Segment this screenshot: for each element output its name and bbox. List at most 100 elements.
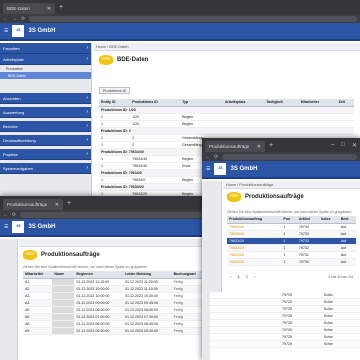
sidebar-item[interactable]: Druckaufbereitung ›: [0, 135, 91, 146]
table-row[interactable]: A6 01.12.2023 07:00:00 01.12.2023 07:30:00…: [23, 313, 206, 321]
reload-icon[interactable]: ⟳: [21, 16, 25, 22]
table-row[interactable]: A6 01.12.2023 06:00:00 01.12.2023 06:45:00…: [23, 320, 206, 328]
menu-icon[interactable]: ☰: [4, 224, 8, 230]
column-header[interactable]: Zeit: [336, 99, 354, 107]
column-header[interactable]: Pos: [281, 216, 297, 224]
column-header[interactable]: Produktionsauftrag: [227, 216, 282, 224]
url-field[interactable]: [20, 211, 207, 218]
orders-table: Mitarbeiter Name Beginnen Letzte Meldung Buc…: [23, 271, 206, 335]
sidebar-item[interactable]: Systemaufgaben ›: [0, 163, 91, 174]
table-row[interactable]: A5 01.12.2023 08:00:00 01.12.2023 08:50:00…: [23, 306, 206, 314]
close-tab-icon[interactable]: ✕: [257, 144, 261, 150]
url-field[interactable]: [29, 15, 357, 22]
column-header[interactable]: Artikel: [296, 216, 320, 224]
prev-page-icon[interactable]: ‹: [230, 274, 231, 279]
table-row[interactable]: A3 01.12.2023 10:00:00 01.12.2023 10:30:00…: [23, 292, 206, 300]
menu-icon[interactable]: ☰: [4, 28, 8, 34]
table-cell: [210, 319, 280, 328]
column-header[interactable]: Arbeitsplatz: [222, 99, 265, 107]
table-row[interactable]: 79630/20 1 79730 Auf: [227, 258, 356, 266]
group-row[interactable]: Produktions ID: 1/20: [99, 106, 354, 114]
sidebar-item[interactable]: Projekte ›: [0, 149, 91, 160]
column-header[interactable]: Letzte Meldung: [122, 271, 172, 279]
column-header[interactable]: Produktions ID: [130, 99, 181, 107]
page-next[interactable]: 2: [246, 274, 248, 279]
new-tab-icon[interactable]: +: [67, 200, 71, 207]
new-tab-icon[interactable]: +: [269, 142, 273, 149]
close-tab-icon[interactable]: ✕: [55, 202, 59, 208]
new-tab-icon[interactable]: +: [59, 4, 63, 11]
table-cell: 1: [99, 176, 131, 184]
table-cell: [319, 230, 339, 238]
column-header[interactable]: Best: [338, 216, 356, 224]
table-row[interactable]: 1 1/20 Beginn: [99, 113, 354, 121]
page-current[interactable]: 1: [237, 274, 239, 279]
table-cell: Fertig: [171, 306, 206, 314]
table-row[interactable]: 79633/40 1 79733 Auf: [227, 230, 356, 238]
back-browser-tab[interactable]: BDE-Daten ✕: [3, 3, 55, 14]
column-header[interactable]: Entity ID: [99, 99, 131, 107]
url-field[interactable]: [222, 153, 357, 160]
sidebar-item[interactable]: Berichte ›: [0, 121, 91, 132]
table-row[interactable]: 79725 Schw: [210, 319, 360, 328]
sidebar-sub-item-selected[interactable]: BDE-Daten: [0, 72, 91, 79]
column-header[interactable]: Name: [52, 271, 75, 279]
column-header[interactable]: Buchungsart: [171, 271, 206, 279]
table-row[interactable]: 79725 Schw: [210, 333, 360, 342]
right-tabbar: Produktionsaufträge ✕ + – □ ✕: [202, 138, 360, 152]
column-header[interactable]: Typ: [180, 99, 223, 107]
right-browser-tab[interactable]: Produktionsaufträge ✕: [205, 141, 265, 152]
chevron-icon: ›: [86, 151, 88, 157]
next-page-icon[interactable]: ›: [254, 274, 255, 279]
table-row[interactable]: 79725 Schw: [210, 305, 360, 314]
maximize-icon[interactable]: □: [341, 142, 345, 149]
menu-icon[interactable]: ☰: [206, 166, 210, 172]
sidebar-item[interactable]: Favoriten ›: [0, 43, 91, 54]
back-arrow-icon[interactable]: ←: [3, 212, 8, 218]
sidebar-sub-item[interactable]: Produktion: [0, 65, 91, 72]
table-cell: 1: [281, 230, 297, 238]
table-row[interactable]: 1 1/20 Beginn: [99, 120, 354, 128]
reload-icon[interactable]: ⟳: [214, 154, 218, 160]
table-row[interactable]: 79634/40 1 79734 Auf: [227, 223, 356, 231]
left-browser-tab[interactable]: Produktionsaufträge ✕: [3, 199, 63, 210]
table-row[interactable]: 79725 Schw: [210, 298, 360, 307]
table-cell: Auf: [338, 258, 356, 266]
table-row[interactable]: 79725 Schw: [210, 326, 360, 335]
sidebar-item[interactable]: Auswertung ›: [0, 107, 91, 118]
minimize-icon[interactable]: –: [331, 142, 334, 149]
back-app-header: ☰ 3S 3S GmbH: [0, 23, 360, 41]
close-tab-icon[interactable]: ✕: [47, 6, 51, 12]
group-row[interactable]: Produktions ID: 2: [99, 127, 354, 135]
forward-arrow-icon[interactable]: →: [12, 16, 17, 22]
table-row[interactable]: 79725 Schw: [210, 312, 360, 321]
table-row[interactable]: A9 01.12.2023 05:00:00 01.12.2023 05:40:00…: [23, 327, 206, 335]
table-cell: 79733: [296, 230, 320, 238]
table-row[interactable]: 79631/20 1 79731 Auf: [227, 251, 356, 259]
table-cell: 01.12.2023 09:45:00: [122, 299, 172, 307]
column-header[interactable]: Tastigkeit: [264, 99, 299, 107]
table-row[interactable]: 79725 Schw: [210, 292, 360, 300]
column-header[interactable]: Beginnen: [74, 271, 123, 279]
back-arrow-icon[interactable]: ←: [3, 16, 8, 22]
group-by-button[interactable]: Produktions-ID: [99, 87, 131, 94]
table-row[interactable]: 79725 Schw: [210, 340, 360, 349]
table-cell: Beginn: [180, 120, 223, 128]
column-header[interactable]: Index: [319, 216, 339, 224]
table-cell: 1: [99, 162, 131, 170]
left-sidebar: [0, 239, 18, 360]
reload-icon[interactable]: ⟳: [12, 212, 16, 218]
table-row[interactable]: A2 01.12.2023 10:00:00 01.12.2023 11:15:00…: [23, 285, 206, 293]
database-icon: [23, 250, 37, 260]
close-window-icon[interactable]: ✕: [352, 142, 357, 149]
back-arrow-icon[interactable]: ←: [205, 154, 210, 160]
table-row[interactable]: 79632/20 1 79732 Auf: [227, 244, 356, 252]
table-cell: Fertig: [171, 292, 206, 300]
table-row[interactable]: A3 01.12.2023 09:00:00 01.12.2023 09:45:00…: [23, 299, 206, 307]
sidebar-item[interactable]: Ansichten ›: [0, 93, 91, 104]
sidebar-item[interactable]: Arbeitsplatz ›: [0, 54, 91, 65]
column-header[interactable]: Mitarbeiter: [298, 99, 337, 107]
table-row[interactable]: 79633/20 1 79733 Auf: [227, 237, 356, 245]
table-row[interactable]: A1 01.12.2023 11:15:00 01.12.2023 11:20:00…: [23, 278, 206, 286]
column-header[interactable]: Mitarbeiter: [23, 271, 53, 279]
